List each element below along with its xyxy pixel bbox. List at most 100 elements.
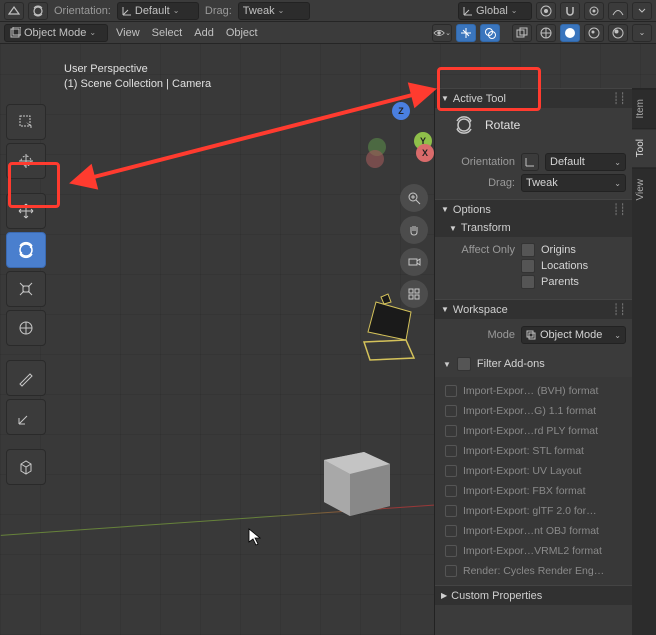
curve-icon[interactable] xyxy=(608,2,628,20)
workspace-panel-header[interactable]: ▼ Workspace ┊┊ xyxy=(435,299,632,319)
panel-drag-label: Drag: xyxy=(441,177,515,189)
custom-properties-header[interactable]: ▶ Custom Properties xyxy=(435,585,632,605)
workspace-mode-label: Mode xyxy=(441,329,515,341)
nav-extra xyxy=(400,184,428,308)
origins-checkbox[interactable] xyxy=(521,243,535,257)
viewport-header-1: Orientation: Default ⌄ Drag: Tweak ⌄ Glo… xyxy=(0,0,656,22)
camera-view-icon[interactable] xyxy=(400,248,428,276)
cursor-tool[interactable] xyxy=(6,143,46,179)
gizmo-toggle-icon[interactable] xyxy=(456,24,476,42)
shading-rendered-icon[interactable] xyxy=(608,24,628,42)
drag-label: Drag: xyxy=(203,5,234,17)
tab-view[interactable]: View xyxy=(632,168,656,211)
chevron-down-icon: ⌄ xyxy=(173,6,180,15)
pivot-icon[interactable] xyxy=(28,2,48,20)
disclosure-triangle-icon: ▼ xyxy=(441,305,449,314)
pivot-point-icon[interactable] xyxy=(536,2,556,20)
active-tool-name: Rotate xyxy=(485,118,520,132)
axis-neg-icon[interactable] xyxy=(366,150,384,168)
addons-list: Import-Expor… (BVH) format Import-Expor…… xyxy=(435,377,632,585)
filter-addons-checkbox[interactable] xyxy=(457,357,471,371)
addon-item[interactable]: Import-Export: FBX format xyxy=(439,481,628,501)
shading-options-icon[interactable]: ⌄ xyxy=(632,24,652,42)
panel-drag-dropdown[interactable]: Tweak⌄ xyxy=(521,174,626,192)
pan-icon[interactable] xyxy=(400,216,428,244)
rotate-icon xyxy=(453,114,475,136)
default-cube[interactable] xyxy=(314,440,398,524)
filter-addons-row[interactable]: ▼ Filter Add-ons xyxy=(435,351,632,377)
menu-add[interactable]: Add xyxy=(190,27,218,39)
tab-item[interactable]: Item xyxy=(632,88,656,128)
shading-matprev-icon[interactable] xyxy=(584,24,604,42)
annotate-tool[interactable] xyxy=(6,360,46,396)
select-box-tool[interactable] xyxy=(6,104,46,140)
rotate-tool[interactable] xyxy=(6,232,46,268)
addon-item[interactable]: Render: Cycles Render Eng… xyxy=(439,561,628,581)
overlay-toggle-icon[interactable] xyxy=(480,24,500,42)
snap-icon[interactable] xyxy=(560,2,580,20)
transform-space-dropdown[interactable]: Global ⌄ xyxy=(458,2,532,20)
n-panel-tabs: Item Tool View xyxy=(632,88,656,635)
transform-tool[interactable] xyxy=(6,310,46,346)
orientation-dropdown[interactable]: Default ⌄ xyxy=(117,2,199,20)
proportional-icon[interactable] xyxy=(584,2,604,20)
parents-checkbox[interactable] xyxy=(521,275,535,289)
options-panel-header[interactable]: ▼ Options ┊┊ xyxy=(435,199,632,219)
addon-item[interactable]: Import-Expor…VRML2 format xyxy=(439,541,628,561)
chevron-down-icon: ⌄ xyxy=(511,6,518,15)
menu-view[interactable]: View xyxy=(112,27,144,39)
object-mode-icon xyxy=(526,330,536,340)
visibility-icon[interactable]: ⌄ xyxy=(432,24,452,42)
affect-only-group: Affect OnlyOrigins Locations Parents xyxy=(435,237,632,299)
move-tool[interactable] xyxy=(6,193,46,229)
drag-dropdown[interactable]: Tweak ⌄ xyxy=(238,2,310,20)
nav-gizmo[interactable]: Z Y X xyxy=(358,102,428,172)
left-toolbar xyxy=(6,104,46,485)
disclosure-triangle-icon: ▼ xyxy=(441,205,449,214)
drag-grip-icon[interactable]: ┊┊ xyxy=(613,203,626,216)
drag-grip-icon[interactable]: ┊┊ xyxy=(613,303,626,316)
axis-z-icon[interactable]: Z xyxy=(392,102,410,120)
addon-item[interactable]: Import-Expor…nt OBJ format xyxy=(439,521,628,541)
panel-orientation-label: Orientation xyxy=(441,156,515,168)
3d-viewport[interactable]: User Perspective (1) Scene Collection | … xyxy=(0,44,656,635)
menu-select[interactable]: Select xyxy=(148,27,187,39)
addon-item[interactable]: Import-Expor… (BVH) format xyxy=(439,381,628,401)
addon-item[interactable]: Import-Expor…rd PLY format xyxy=(439,421,628,441)
chevron-down-icon: ⌄ xyxy=(89,28,96,37)
active-tool-panel-header[interactable]: ▼ Active Tool ┊┊ xyxy=(435,88,632,108)
drag-grip-icon[interactable]: ┊┊ xyxy=(613,92,626,105)
scale-tool[interactable] xyxy=(6,271,46,307)
collapse-icon[interactable] xyxy=(632,2,652,20)
addon-item[interactable]: Import-Export: STL format xyxy=(439,441,628,461)
addon-item[interactable]: Import-Export: UV Layout xyxy=(439,461,628,481)
shading-solid-icon[interactable] xyxy=(560,24,580,42)
mode-dropdown[interactable]: Object Mode ⌄ xyxy=(4,24,108,42)
measure-tool[interactable] xyxy=(6,399,46,435)
menu-object[interactable]: Object xyxy=(222,27,262,39)
shading-wire-icon[interactable] xyxy=(536,24,556,42)
zoom-icon[interactable] xyxy=(400,184,428,212)
chevron-down-icon: ⌄ xyxy=(278,6,285,15)
mouse-cursor-icon xyxy=(248,528,264,546)
axes-icon[interactable] xyxy=(521,153,539,171)
addon-item[interactable]: Import-Expor…G) 1.1 format xyxy=(439,401,628,421)
tab-tool[interactable]: Tool xyxy=(632,128,656,167)
editor-type-icon[interactable] xyxy=(4,2,24,20)
panel-orientation-dropdown[interactable]: Default⌄ xyxy=(545,153,626,171)
locations-checkbox[interactable] xyxy=(521,259,535,273)
disclosure-triangle-icon: ▶ xyxy=(441,591,447,600)
workspace-mode-dropdown[interactable]: Object Mode ⌄ xyxy=(521,326,626,344)
axis-x-icon[interactable]: X xyxy=(416,144,434,162)
xray-icon[interactable] xyxy=(512,24,532,42)
transform-subheader[interactable]: ▼ Transform xyxy=(435,219,632,237)
addon-item[interactable]: Import-Export: glTF 2.0 for… xyxy=(439,501,628,521)
orientation-label: Orientation: xyxy=(52,5,113,17)
disclosure-triangle-icon: ▼ xyxy=(449,224,457,233)
axes-icon xyxy=(122,6,132,16)
viewport-overlay-text: User Perspective (1) Scene Collection | … xyxy=(64,62,211,93)
camera-object[interactable] xyxy=(356,292,426,362)
active-tool-name-row: Rotate xyxy=(435,108,632,146)
add-cube-tool[interactable] xyxy=(6,449,46,485)
disclosure-triangle-icon: ▼ xyxy=(443,360,451,369)
